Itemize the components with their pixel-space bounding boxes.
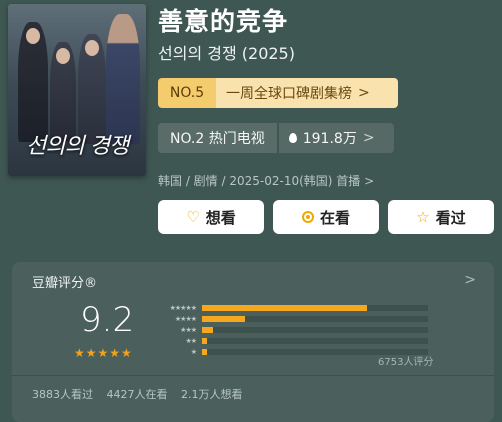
hot-chip[interactable]: NO.2 热门电视 191.8万 > — [158, 123, 394, 153]
heat-text: 191.8万 — [302, 131, 357, 147]
rating-stars: ★★★★★ — [74, 346, 133, 360]
watching-label: 在看 — [319, 208, 350, 227]
rating-bar-label: ★★★★ — [174, 314, 197, 323]
rating-score: 9.2 — [80, 300, 135, 340]
rating-bar-fill — [202, 348, 207, 355]
heart-plus-icon: ♡ — [186, 208, 200, 226]
chevron-right-icon: > — [362, 130, 375, 146]
rating-bar-fill — [202, 304, 367, 311]
chevron-right-icon[interactable]: > — [464, 272, 476, 288]
rating-bar-track — [202, 337, 428, 344]
want-button[interactable]: ♡ 想看 — [158, 200, 264, 234]
ranking-label: 一周全球口碑剧集榜 > — [216, 78, 398, 108]
rating-bar-track — [202, 326, 428, 333]
want-count: 2.1万人想看 — [181, 388, 243, 401]
heat-value: 191.8万 > — [278, 123, 394, 153]
star-outline-icon: ☆ — [416, 208, 430, 226]
watched-label: 看过 — [435, 208, 466, 227]
poster-face — [56, 48, 70, 64]
show-subtitle: 선의의 경쟁 (2025) — [158, 44, 295, 63]
watching-count: 4427人在看 — [106, 388, 168, 401]
poster-title: 선의의 경쟁 — [26, 134, 129, 159]
poster-face — [85, 40, 99, 56]
show-title: 善意的竞争 — [158, 7, 289, 36]
watching-button[interactable]: 在看 — [273, 200, 379, 234]
rating-count: 6753人评分 — [378, 357, 434, 368]
chevron-right-icon: > — [358, 85, 370, 101]
rating-title: 豆瓣评分® — [32, 276, 98, 291]
ranking-label-text: 一周全球口碑剧集榜 — [226, 86, 352, 102]
rating-bar-label: ★ — [190, 347, 197, 356]
watched-count: 3883人看过 — [32, 388, 93, 401]
want-label: 想看 — [205, 208, 236, 227]
show-meta[interactable]: 韩国 / 剧情 / 2025-02-10(韩国) 首播 > — [158, 172, 374, 189]
rating-bar-fill — [202, 337, 207, 344]
watched-button[interactable]: ☆ 看过 — [388, 200, 494, 234]
divider — [12, 375, 494, 376]
hot-rank: NO.2 热门电视 — [158, 123, 277, 153]
rating-bar-track — [202, 315, 428, 322]
rating-bar-row: ★★ — [152, 335, 428, 346]
watch-stats: 3883人看过 4427人在看 2.1万人想看 — [32, 386, 253, 402]
ranking-number: NO.5 — [158, 78, 216, 108]
rating-bar-fill — [202, 326, 214, 333]
rating-bar-label: ★★★★★ — [169, 303, 197, 312]
rating-bar-row: ★★★★ — [152, 313, 428, 324]
rating-card[interactable]: 豆瓣评分® > 9.2 ★★★★★ ★★★★★ ★★★★ ★★★ ★★ ★ 6753人评… — [12, 262, 494, 422]
rating-distribution: ★★★★★ ★★★★ ★★★ ★★ ★ — [152, 302, 428, 357]
poster-figure — [106, 14, 140, 144]
target-icon — [301, 211, 314, 223]
rating-bar-fill — [202, 315, 245, 322]
rating-bar-track — [202, 304, 428, 311]
poster-image[interactable]: 선의의 경쟁 — [8, 4, 146, 176]
rating-bar-label: ★★ — [185, 336, 197, 345]
rating-bar-row: ★★★ — [152, 324, 428, 335]
ranking-chip[interactable]: NO.5 一周全球口碑剧集榜 > — [158, 78, 398, 108]
flame-icon — [288, 133, 297, 143]
poster-face — [26, 28, 40, 44]
rating-bar-label: ★★★ — [180, 325, 197, 334]
rating-bar-row: ★★★★★ — [152, 302, 428, 313]
